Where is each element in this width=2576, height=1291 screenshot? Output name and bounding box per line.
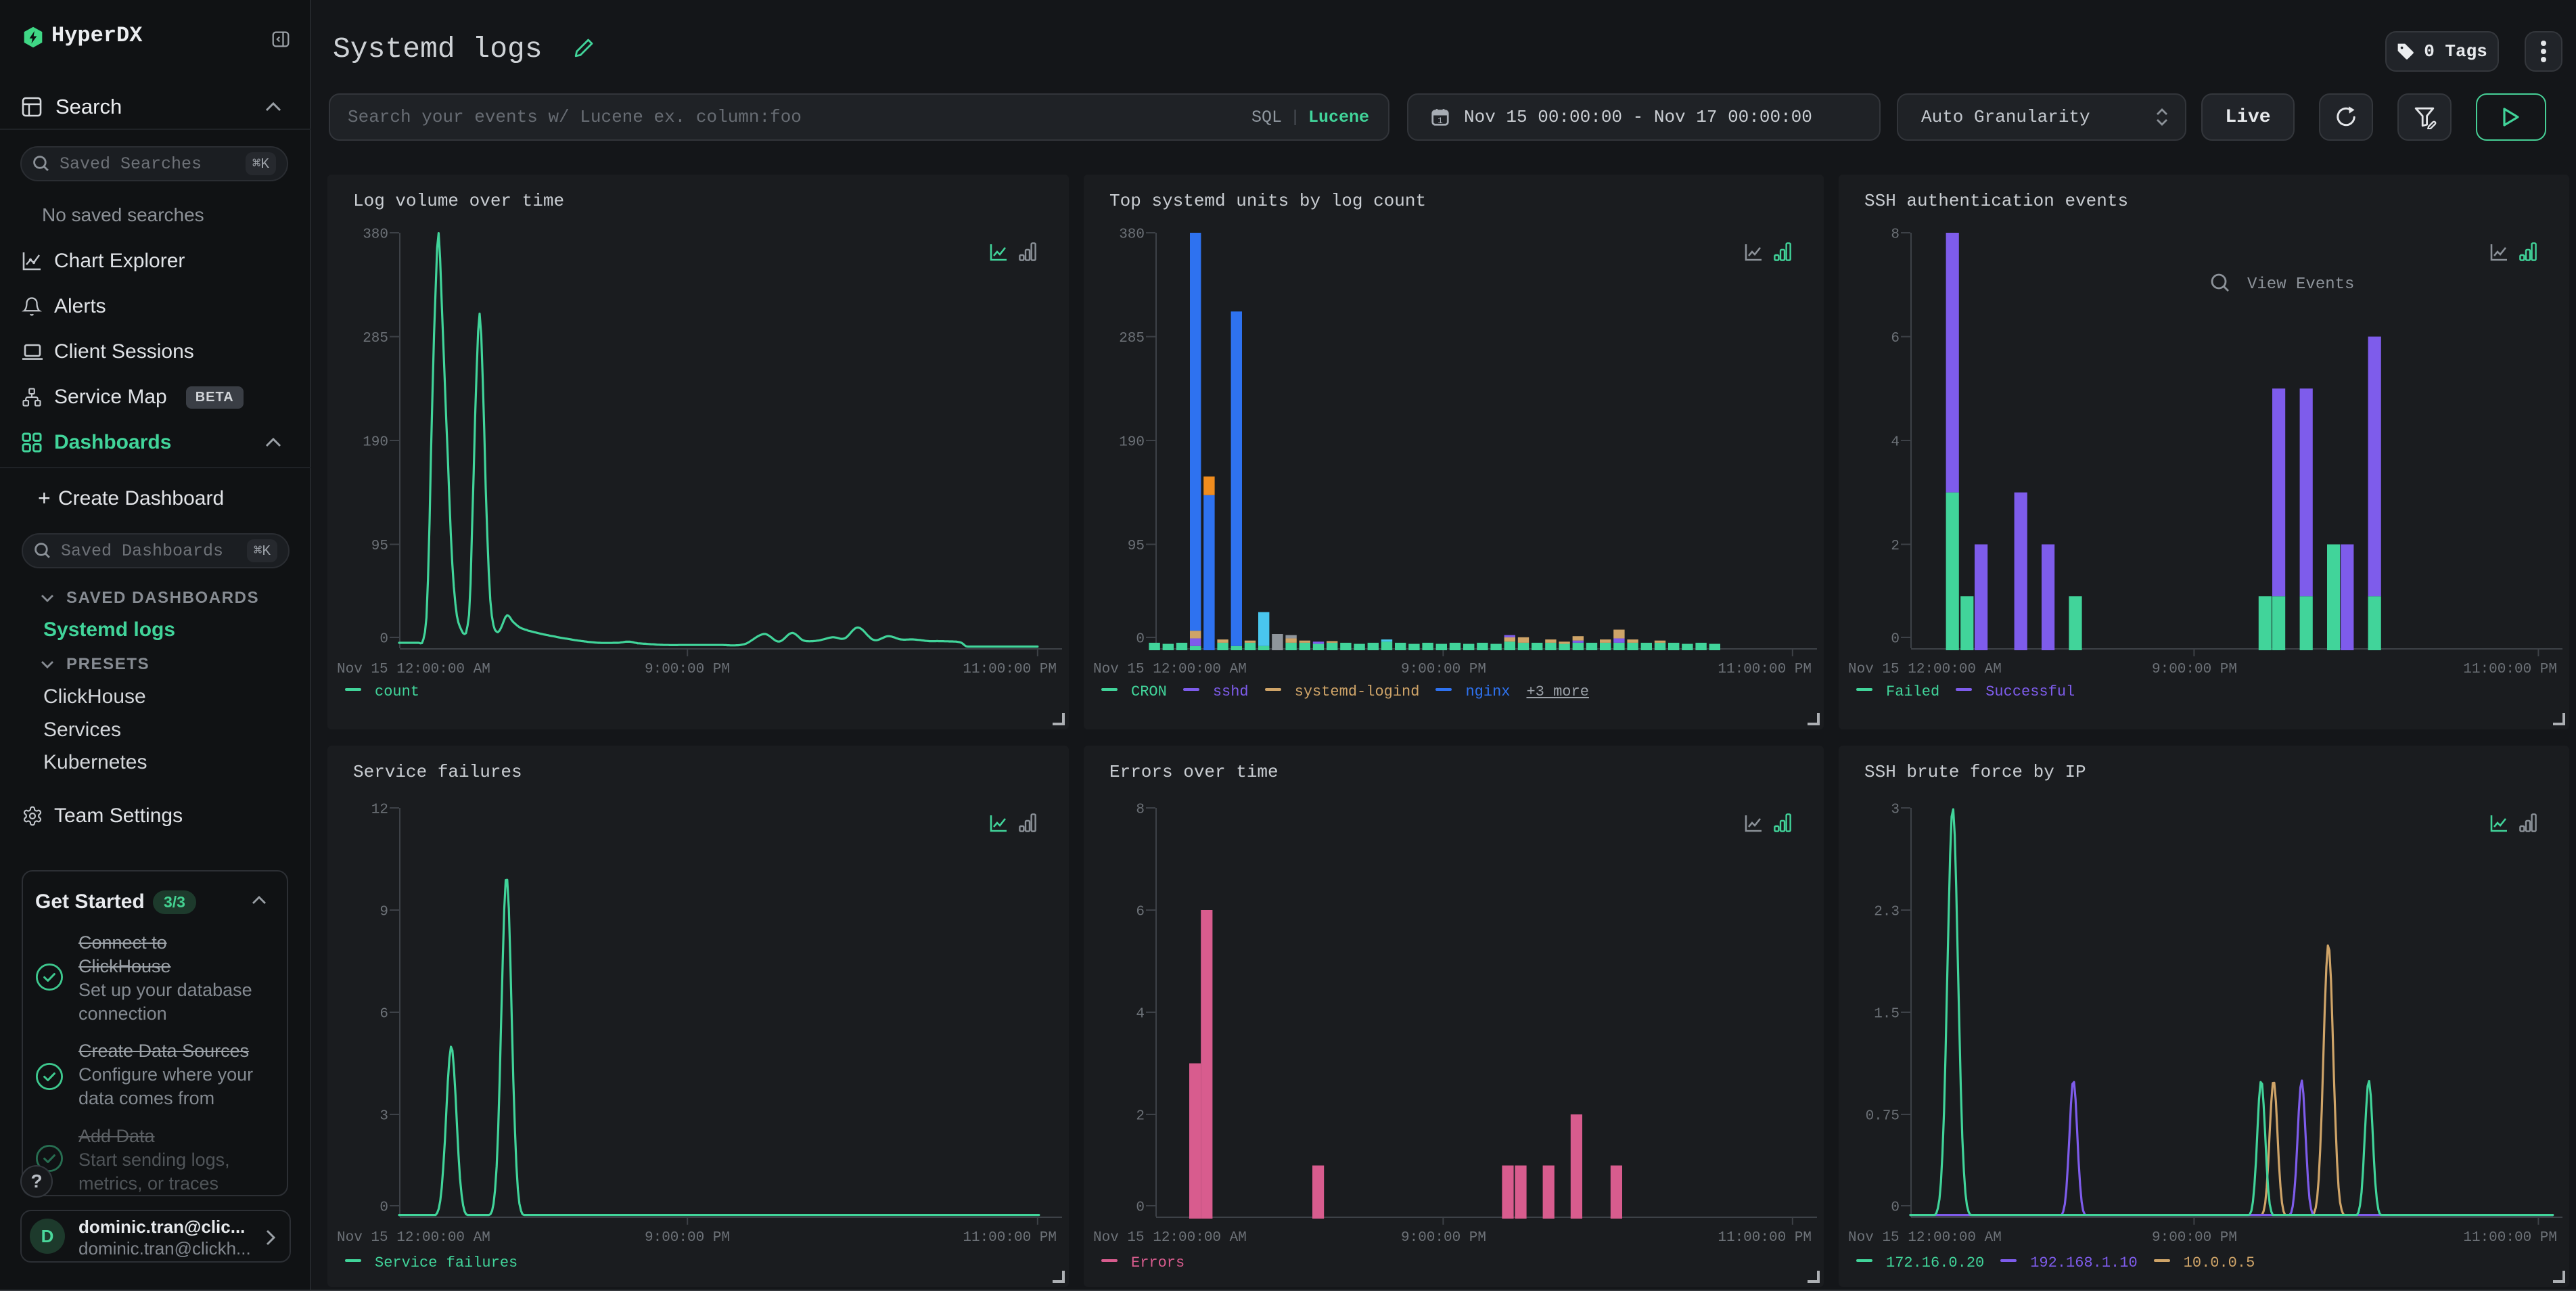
svg-text:3: 3 <box>1891 802 1900 818</box>
svg-text:190: 190 <box>363 435 388 451</box>
svg-text:3: 3 <box>380 1109 388 1125</box>
svg-text:4: 4 <box>1891 435 1900 451</box>
svg-text:Nov 15 12:00:00 AM: Nov 15 12:00:00 AM <box>1093 662 1247 677</box>
svg-text:2.3: 2.3 <box>1874 905 1900 920</box>
svg-text:9:00:00 PM: 9:00:00 PM <box>1401 1230 1486 1246</box>
svg-text:2: 2 <box>1891 539 1900 554</box>
svg-text:0: 0 <box>1891 1200 1900 1216</box>
svg-text:View Events: View Events <box>2247 275 2354 294</box>
svg-text:8: 8 <box>1136 802 1145 818</box>
svg-text:285: 285 <box>363 331 388 346</box>
svg-text:11:00:00 PM: 11:00:00 PM <box>1718 1230 1812 1246</box>
svg-text:9:00:00 PM: 9:00:00 PM <box>2152 662 2237 677</box>
svg-text:Nov 15 12:00:00 AM: Nov 15 12:00:00 AM <box>337 1230 490 1246</box>
svg-text:Nov 15 12:00:00 AM: Nov 15 12:00:00 AM <box>1093 1230 1247 1246</box>
svg-text:9:00:00 PM: 9:00:00 PM <box>645 1230 730 1246</box>
svg-text:Nov 15 12:00:00 AM: Nov 15 12:00:00 AM <box>1848 1230 2002 1246</box>
svg-text:2: 2 <box>1136 1109 1145 1125</box>
svg-text:0: 0 <box>380 1200 388 1216</box>
svg-text:0: 0 <box>1891 632 1900 648</box>
svg-text:190: 190 <box>1119 435 1145 451</box>
svg-text:1.5: 1.5 <box>1874 1007 1900 1022</box>
svg-text:6: 6 <box>1891 331 1900 346</box>
svg-text:0: 0 <box>1136 1200 1145 1216</box>
svg-text:Nov 15 12:00:00 AM: Nov 15 12:00:00 AM <box>337 662 490 677</box>
svg-text:11:00:00 PM: 11:00:00 PM <box>963 1230 1057 1246</box>
svg-text:380: 380 <box>1119 227 1145 243</box>
svg-text:8: 8 <box>1891 227 1900 243</box>
svg-text:0: 0 <box>380 632 388 648</box>
svg-text:12: 12 <box>371 802 388 818</box>
svg-text:95: 95 <box>1128 539 1145 554</box>
svg-text:0.75: 0.75 <box>1866 1109 1900 1125</box>
svg-text:6: 6 <box>1136 905 1145 920</box>
svg-text:11:00:00 PM: 11:00:00 PM <box>1718 662 1812 677</box>
svg-text:0: 0 <box>1136 632 1145 648</box>
svg-text:6: 6 <box>380 1007 388 1022</box>
svg-text:4: 4 <box>1136 1007 1145 1022</box>
svg-text:11:00:00 PM: 11:00:00 PM <box>963 662 1057 677</box>
svg-text:11:00:00 PM: 11:00:00 PM <box>2463 662 2557 677</box>
svg-text:Nov 15 12:00:00 AM: Nov 15 12:00:00 AM <box>1848 662 2002 677</box>
svg-text:285: 285 <box>1119 331 1145 346</box>
svg-text:9:00:00 PM: 9:00:00 PM <box>2152 1230 2237 1246</box>
svg-text:9:00:00 PM: 9:00:00 PM <box>1401 662 1486 677</box>
svg-text:9: 9 <box>380 905 388 920</box>
svg-text:1: 1 <box>1438 116 1443 126</box>
svg-text:380: 380 <box>363 227 388 243</box>
svg-text:9:00:00 PM: 9:00:00 PM <box>645 662 730 677</box>
svg-text:11:00:00 PM: 11:00:00 PM <box>2463 1230 2557 1246</box>
svg-text:95: 95 <box>371 539 388 554</box>
